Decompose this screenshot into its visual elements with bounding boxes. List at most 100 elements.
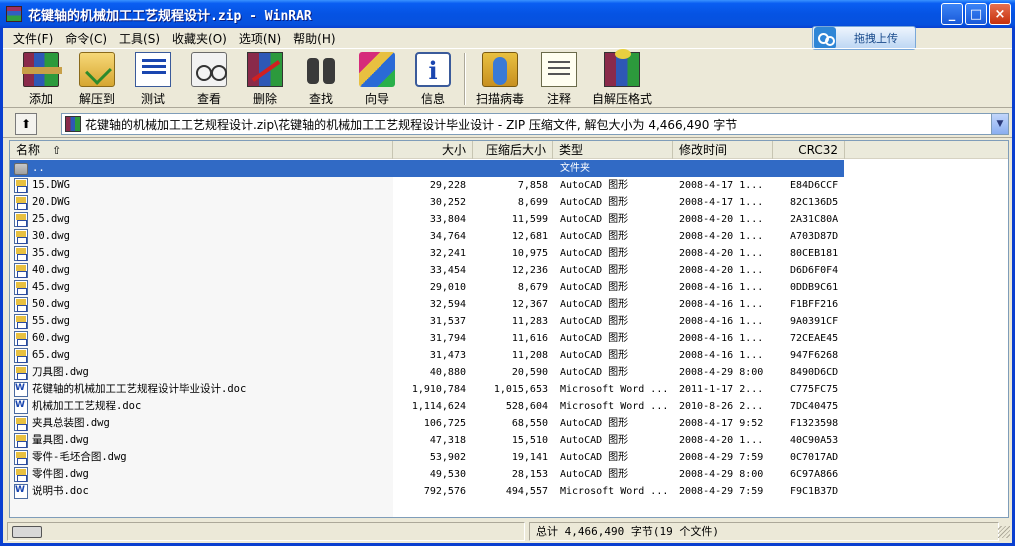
file-modified: 2008-4-16 1...: [679, 350, 764, 361]
file-size: 53,902: [429, 452, 466, 463]
file-packed-size: 7,858: [517, 180, 548, 191]
table-row[interactable]: 40.dwg 33,454 12,236 AutoCAD 图形 2008-4-20 1.…: [10, 262, 844, 279]
virus-scan-button[interactable]: 扫描病毒: [469, 49, 531, 107]
file-modified: 2008-4-16 1...: [679, 282, 764, 293]
file-name: 15.DWG: [32, 179, 70, 191]
file-type: AutoCAD 图形: [560, 231, 629, 242]
status-total: 总计 4,466,490 字节(19 个文件): [529, 522, 999, 541]
close-button[interactable]: ×: [989, 3, 1011, 25]
minimize-button[interactable]: _: [941, 3, 963, 25]
maximize-button[interactable]: □: [965, 3, 987, 25]
autocad-drawing-icon: [14, 450, 28, 465]
wizard-button[interactable]: 向导: [349, 49, 405, 107]
menu-favorites[interactable]: 收藏夹(O): [166, 30, 233, 47]
add-button[interactable]: 添加: [13, 49, 69, 107]
file-size: 49,530: [429, 469, 466, 480]
title-bar[interactable]: 花键轴的机械加工工艺规程设计.zip - WinRAR _ □ ×: [0, 0, 1015, 28]
comment-button[interactable]: 注释: [531, 49, 587, 107]
table-row[interactable]: 25.dwg 33,804 11,599 AutoCAD 图形 2008-4-20 1.…: [10, 211, 844, 228]
view-button[interactable]: 查看: [181, 49, 237, 107]
extract-label: 解压到: [78, 92, 115, 106]
file-modified: 2010-8-26 2...: [679, 401, 764, 412]
autocad-drawing-icon: [14, 433, 28, 448]
menu-commands[interactable]: 命令(C): [59, 30, 113, 47]
file-packed-size: 10,975: [511, 248, 548, 259]
autocad-drawing-icon: [14, 212, 28, 227]
table-row[interactable]: 夹具总装图.dwg 106,725 68,550 AutoCAD 图形 2008-4-1…: [10, 415, 844, 432]
table-row[interactable]: 零件图.dwg 49,530 28,153 AutoCAD 图形 2008-4-29 8…: [10, 466, 844, 483]
file-packed-size: 11,208: [511, 350, 548, 361]
file-list[interactable]: 名称 ⇧ 大小 压缩后大小 类型 修改时间 CRC32 .. 文件夹 15.DWG…: [9, 140, 1009, 518]
file-type: Microsoft Word ...: [560, 486, 669, 497]
table-row[interactable]: 零件-毛坯合图.dwg 53,902 19,141 AutoCAD 图形 2008-4-…: [10, 449, 844, 466]
file-name: 夹具总装图.dwg: [32, 417, 110, 429]
table-row[interactable]: 30.dwg 34,764 12,681 AutoCAD 图形 2008-4-20 1.…: [10, 228, 844, 245]
find-button[interactable]: 查找: [293, 49, 349, 107]
table-row[interactable]: 55.dwg 31,537 11,283 AutoCAD 图形 2008-4-16 1.…: [10, 313, 844, 330]
up-folder-button[interactable]: ⬆: [15, 112, 37, 135]
file-crc32: 0DDB9C61: [790, 282, 839, 293]
table-row[interactable]: 60.dwg 31,794 11,616 AutoCAD 图形 2008-4-16 1.…: [10, 330, 844, 347]
table-row[interactable]: 花键轴的机械加工工艺规程设计毕业设计.doc 1,910,784 1,015,653…: [10, 381, 844, 398]
table-row[interactable]: 机械加工工艺规程.doc 1,114,624 528,604 Microsoft Wo…: [10, 398, 844, 415]
sfx-button[interactable]: 自解压格式: [587, 49, 657, 107]
delete-button[interactable]: 删除: [237, 49, 293, 107]
address-combobox[interactable]: 花键轴的机械加工工艺规程设计.zip\花键轴的机械加工工艺规程设计毕业设计 - …: [61, 113, 1009, 135]
file-crc32: F1BFF216: [790, 299, 839, 310]
table-row[interactable]: 量具图.dwg 47,318 15,510 AutoCAD 图形 2008-4-20 1…: [10, 432, 844, 449]
delete-label: 删除: [252, 92, 277, 106]
file-modified: 2008-4-20 1...: [679, 214, 764, 225]
file-type: AutoCAD 图形: [560, 435, 629, 446]
table-row[interactable]: 说明书.doc 792,576 494,557 Microsoft Word ... 2…: [10, 483, 844, 500]
column-header-crc32[interactable]: CRC32: [773, 141, 845, 159]
menu-options[interactable]: 选项(N): [233, 30, 287, 47]
column-header-type[interactable]: 类型: [553, 141, 673, 159]
file-packed-size: 12,681: [511, 231, 548, 242]
table-row[interactable]: 45.dwg 29,010 8,679 AutoCAD 图形 2008-4-16 1..…: [10, 279, 844, 296]
table-row[interactable]: 35.dwg 32,241 10,975 AutoCAD 图形 2008-4-20 1.…: [10, 245, 844, 262]
parent-folder-row[interactable]: .. 文件夹: [10, 160, 844, 177]
file-size: 32,594: [429, 299, 466, 310]
info-icon: [415, 52, 451, 87]
resize-grip[interactable]: [998, 526, 1010, 538]
file-packed-size: 494,557: [505, 486, 548, 497]
autocad-drawing-icon: [14, 263, 28, 278]
virus-scan-label: 扫描病毒: [475, 92, 524, 106]
info-button[interactable]: 信息: [405, 49, 461, 107]
table-row[interactable]: 65.dwg 31,473 11,208 AutoCAD 图形 2008-4-16 1.…: [10, 347, 844, 364]
file-packed-size: 20,590: [511, 367, 548, 378]
column-header-packed[interactable]: 压缩后大小: [473, 141, 553, 159]
address-dropdown-button[interactable]: ▼: [991, 114, 1008, 134]
status-left-pane: [7, 522, 525, 541]
column-header-modified[interactable]: 修改时间: [673, 141, 773, 159]
extract-to-button[interactable]: 解压到: [69, 49, 125, 107]
file-size: 34,764: [429, 231, 466, 242]
winrar-app-icon[interactable]: [6, 6, 22, 22]
table-row[interactable]: 50.dwg 32,594 12,367 AutoCAD 图形 2008-4-16 1.…: [10, 296, 844, 313]
file-name: 机械加工工艺规程.doc: [32, 400, 142, 412]
column-header-size[interactable]: 大小: [393, 141, 473, 159]
drive-status-icon[interactable]: [12, 526, 42, 538]
file-name: 65.dwg: [32, 349, 70, 361]
column-header-name[interactable]: 名称 ⇧: [10, 141, 393, 159]
test-label: 测试: [140, 92, 165, 106]
table-row[interactable]: 刀具图.dwg 40,880 20,590 AutoCAD 图形 2008-4-29 8…: [10, 364, 844, 381]
file-packed-size: 11,283: [511, 316, 548, 327]
file-size: 30,252: [429, 197, 466, 208]
file-name: 40.dwg: [32, 264, 70, 276]
address-bar: ⬆ 花键轴的机械加工工艺规程设计.zip\花键轴的机械加工工艺规程设计毕业设计 …: [3, 110, 1012, 138]
table-row[interactable]: 15.DWG 29,228 7,858 AutoCAD 图形 2008-4-17 1..…: [10, 177, 844, 194]
word-document-icon: [14, 399, 28, 414]
test-button[interactable]: 测试: [125, 49, 181, 107]
folder-icon: [14, 163, 28, 175]
file-packed-size: 28,153: [511, 469, 548, 480]
menu-file[interactable]: 文件(F): [7, 30, 59, 47]
parent-folder-type: 文件夹: [560, 163, 590, 174]
menu-tools[interactable]: 工具(S): [113, 30, 166, 47]
drag-upload-button[interactable]: 拖拽上传: [812, 26, 916, 50]
file-name: 20.DWG: [32, 196, 70, 208]
file-modified: 2008-4-29 7:59: [679, 452, 764, 463]
file-crc32: F1323598: [790, 418, 839, 429]
table-row[interactable]: 20.DWG 30,252 8,699 AutoCAD 图形 2008-4-17 1..…: [10, 194, 844, 211]
menu-help[interactable]: 帮助(H): [287, 30, 341, 47]
